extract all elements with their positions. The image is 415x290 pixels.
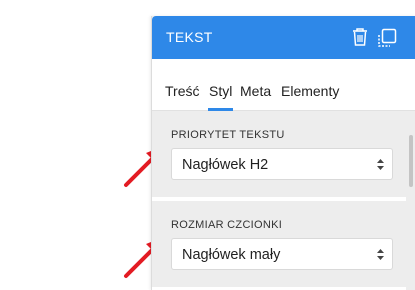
font-size-select[interactable]: Nagłówek mały (171, 238, 393, 270)
scrollbar-thumb[interactable] (409, 135, 413, 187)
updown-chevron-icon (377, 249, 384, 260)
tab-meta[interactable]: Meta (240, 83, 271, 99)
text-settings-panel: TEKST Treść Styl Meta Elementy PRIORYTET… (151, 16, 415, 290)
text-priority-label: PRIORYTET TEKSTU (171, 129, 285, 141)
tab-bar: Treść Styl Meta Elementy (152, 59, 415, 111)
trash-icon[interactable] (351, 27, 369, 47)
panel-header: TEKST (152, 16, 415, 59)
tab-styl[interactable]: Styl (207, 83, 234, 111)
font-size-label: ROZMIAR CZCIONKI (171, 219, 283, 231)
text-priority-select[interactable]: Nagłówek H2 (171, 148, 393, 180)
updown-chevron-icon (377, 159, 384, 170)
text-priority-section: PRIORYTET TEKSTU Nagłówek H2 (152, 111, 406, 197)
copy-icon[interactable] (376, 27, 398, 49)
text-priority-value: Nagłówek H2 (182, 157, 269, 173)
font-size-section: ROZMIAR CZCIONKI Nagłówek mały (152, 201, 406, 287)
panel-title: TEKST (166, 29, 213, 45)
font-size-value: Nagłówek mały (182, 247, 281, 263)
tab-elementy[interactable]: Elementy (281, 83, 339, 99)
panel-body: PRIORYTET TEKSTU Nagłówek H2 ROZMIAR CZC… (152, 111, 415, 290)
tab-tresc[interactable]: Treść (165, 83, 199, 99)
